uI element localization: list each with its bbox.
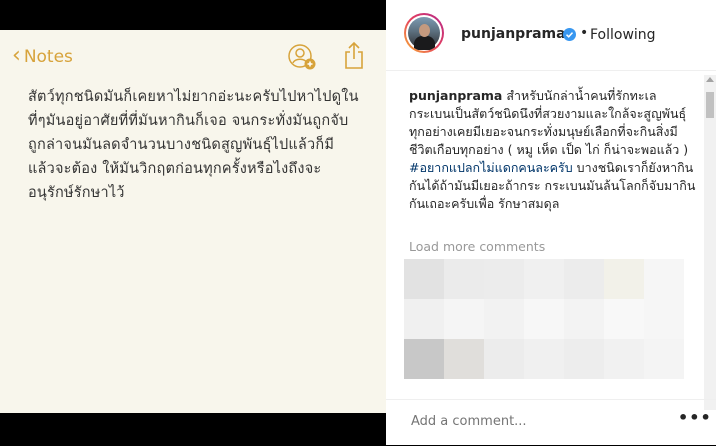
- share-icon[interactable]: [343, 41, 365, 71]
- notes-back-label: Notes: [23, 47, 73, 67]
- scroll-up-arrow-icon[interactable]: [706, 77, 714, 82]
- note-body[interactable]: สัตว์ทุกชนิดมันก็เคยหาไม่ยากอ่ะนะครับไปห…: [28, 85, 368, 205]
- blurred-comment: [404, 339, 684, 379]
- separator-dot: •: [580, 25, 589, 41]
- note-line: สัตว์ทุกชนิดมันก็เคยหาไม่ยากอ่ะนะครับไปห…: [28, 89, 359, 105]
- notes-panel: ‹ Notes สัตว์ทุกชนิดมันก็เคยหาไม่ยากอ่ะน…: [0, 0, 386, 445]
- verified-badge-icon: [563, 28, 576, 41]
- comment-input[interactable]: [409, 413, 663, 430]
- notes-back-button[interactable]: ‹ Notes: [12, 43, 73, 68]
- scroll-thumb[interactable]: [706, 92, 714, 118]
- avatar[interactable]: [404, 13, 444, 53]
- caption: punjanprama สำหรับนักล่าน้ำคนที่รักทะเล …: [409, 87, 701, 213]
- more-icon[interactable]: •••: [678, 408, 712, 427]
- following-button[interactable]: Following: [590, 27, 656, 43]
- chevron-left-icon: ‹: [12, 43, 21, 68]
- post-header: punjanprama • Following: [386, 0, 716, 71]
- caption-username[interactable]: punjanprama: [409, 88, 502, 103]
- comments-scrollbar[interactable]: [704, 75, 716, 410]
- load-more-comments[interactable]: Load more comments: [409, 239, 545, 254]
- note-line: แล้วจะต้อง ให้มันวิกฤตก่อนทุกครั้งหรือไง…: [28, 161, 322, 177]
- notes-sheet: ‹ Notes สัตว์ทุกชนิดมันก็เคยหาไม่ยากอ่ะน…: [0, 30, 386, 413]
- note-line: ถูกล่าจนมันลดจำนวนบางชนิดสูญพันธุ์ไปแล้ว…: [28, 137, 335, 153]
- caption-hashtag[interactable]: #อยากแปลกไม่แดกคนละครับ: [409, 160, 573, 175]
- blurred-comment: [404, 299, 684, 339]
- note-line: อนุรักษ์รักษาไว้: [28, 185, 125, 201]
- blurred-comment: [404, 259, 684, 299]
- post-sidebar: punjanprama • Following punjanprama สำหร…: [386, 0, 716, 445]
- add-person-icon[interactable]: [287, 43, 317, 71]
- username-link[interactable]: punjanprama: [461, 26, 566, 42]
- comment-footer: •••: [386, 399, 716, 446]
- note-line: ที่ๆมันอยู่อาศัยที่ที่มันหากินก็เจอ จนกร…: [28, 113, 349, 129]
